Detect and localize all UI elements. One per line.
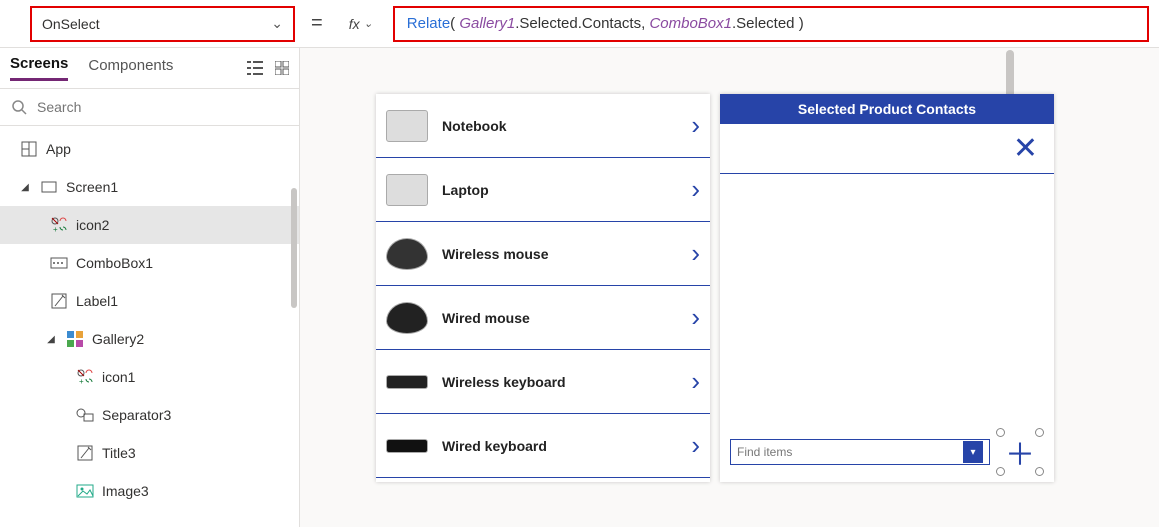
tree-search[interactable] <box>0 88 299 126</box>
tree-item-label: Image3 <box>102 483 149 499</box>
selection-handle[interactable] <box>996 467 1005 476</box>
canvas[interactable]: Notebook › Laptop › Wireless mouse › Wir… <box>300 48 1159 527</box>
control-icon: + <box>50 216 68 234</box>
tree-item-image3[interactable]: Image3 <box>0 472 299 510</box>
fx-label: fx <box>349 16 360 32</box>
right-panel-row: ✕ <box>720 124 1054 174</box>
right-panel-header: Selected Product Contacts <box>720 94 1054 124</box>
formula-bar: OnSelect ⌄ = fx ⌄ Relate( Gallery1.Selec… <box>0 0 1159 48</box>
chevron-down-icon: ⌄ <box>364 17 373 30</box>
gallery-title: Laptop <box>442 182 677 198</box>
equals-sign: = <box>305 12 329 35</box>
tree-item-label: ComboBox1 <box>76 255 153 271</box>
chevron-right-icon[interactable]: › <box>691 366 700 397</box>
tree-item-icon1[interactable]: + icon1 <box>0 358 299 396</box>
control-icon: + <box>76 368 94 386</box>
tree-item-icon2[interactable]: + icon2 <box>0 206 299 244</box>
expand-toggle-icon[interactable]: ◢ <box>18 182 32 193</box>
gallery-item[interactable]: Wireless keyboard › <box>376 350 710 414</box>
selection-handle[interactable] <box>1035 428 1044 437</box>
tree-item-label: Screen1 <box>66 179 118 195</box>
svg-text:+: + <box>53 225 58 233</box>
tree-panel: Screens Components App <box>0 48 300 527</box>
tree-body: App ◢ Screen1 + icon2 ComboBox1 <box>0 126 299 527</box>
close-icon[interactable]: ✕ <box>1013 131 1038 166</box>
tab-screens[interactable]: Screens <box>10 55 68 81</box>
gallery-thumb <box>386 110 428 142</box>
tree-item-screen1[interactable]: ◢ Screen1 <box>0 168 299 206</box>
combobox1-control[interactable]: Find items ▾ <box>730 439 990 465</box>
tree-item-label: icon1 <box>102 369 135 385</box>
chevron-right-icon[interactable]: › <box>691 110 700 141</box>
chevron-down-icon[interactable]: ▾ <box>963 441 983 463</box>
selection-handle[interactable] <box>996 428 1005 437</box>
formula-token-gallery1: Gallery1 <box>459 15 515 32</box>
chevron-right-icon[interactable]: › <box>691 174 700 205</box>
gallery2-control[interactable]: Notebook › Laptop › Wireless mouse › Wir… <box>376 94 710 482</box>
gallery-title: Wireless mouse <box>442 246 677 262</box>
tree-item-label: Label1 <box>76 293 118 309</box>
screen-icon <box>40 178 58 196</box>
tree-tabs: Screens Components <box>0 48 299 88</box>
tab-components[interactable]: Components <box>88 57 173 80</box>
tree-view-grid-icon[interactable] <box>275 61 289 75</box>
chevron-right-icon[interactable]: › <box>691 430 700 461</box>
selection-handle[interactable] <box>1035 467 1044 476</box>
svg-text:+: + <box>79 377 84 385</box>
gallery-thumb <box>386 302 428 334</box>
tree-item-title3[interactable]: Title3 <box>0 434 299 472</box>
tree-item-label1[interactable]: Label1 <box>0 282 299 320</box>
gallery-thumb <box>386 375 428 389</box>
tree-item-label: Separator3 <box>102 407 171 423</box>
gallery-title: Wireless keyboard <box>442 374 677 390</box>
label-icon <box>50 292 68 310</box>
gallery-thumb <box>386 439 428 453</box>
tree-scrollbar-thumb[interactable] <box>291 188 297 308</box>
tree-item-label: icon2 <box>76 217 109 233</box>
tree-item-gallery2[interactable]: ◢ Gallery2 <box>0 320 299 358</box>
formula-input[interactable]: Relate( Gallery1.Selected.Contacts, Comb… <box>393 6 1149 42</box>
expand-toggle-icon[interactable]: ◢ <box>44 334 58 345</box>
chevron-right-icon[interactable]: › <box>691 302 700 333</box>
property-selector[interactable]: OnSelect ⌄ <box>30 6 295 42</box>
gallery-item[interactable]: Laptop › <box>376 158 710 222</box>
tree-view-list-icon[interactable] <box>247 61 263 75</box>
combobox-placeholder: Find items <box>737 445 963 459</box>
separator-icon <box>76 406 94 424</box>
gallery-title: Wired mouse <box>442 310 677 326</box>
gallery-icon <box>66 330 84 348</box>
tree-item-separator3[interactable]: Separator3 <box>0 396 299 434</box>
chevron-down-icon: ⌄ <box>271 15 283 32</box>
icon2-control[interactable]: ＋ <box>1000 432 1040 472</box>
formula-token-combobox1: ComboBox1 <box>649 15 732 32</box>
gallery-item[interactable]: Notebook › <box>376 94 710 158</box>
property-selector-value: OnSelect <box>42 16 100 32</box>
combobox-icon <box>50 254 68 272</box>
label-icon <box>76 444 94 462</box>
gallery-item[interactable]: Wireless mouse › <box>376 222 710 286</box>
gallery-title: Notebook <box>442 118 677 134</box>
chevron-right-icon[interactable]: › <box>691 238 700 269</box>
gallery-thumb <box>386 174 428 206</box>
tree-item-combobox1[interactable]: ComboBox1 <box>0 244 299 282</box>
gallery-thumb <box>386 238 428 270</box>
plus-icon: ＋ <box>1005 430 1035 474</box>
fx-button[interactable]: fx ⌄ <box>339 6 383 42</box>
gallery-item[interactable]: Wired keyboard › <box>376 414 710 478</box>
search-icon <box>12 100 27 115</box>
tree-item-label: Gallery2 <box>92 331 144 347</box>
tree-search-input[interactable] <box>37 99 287 115</box>
gallery-title: Wired keyboard <box>442 438 677 454</box>
gallery-item[interactable]: Wired mouse › <box>376 286 710 350</box>
formula-token-fn: Relate <box>407 15 450 32</box>
tree-item-label: Title3 <box>102 445 136 461</box>
tree-item-label: App <box>46 141 71 157</box>
tree-item-app[interactable]: App <box>0 130 299 168</box>
app-icon <box>20 140 38 158</box>
image-icon <box>76 482 94 500</box>
right-panel: Selected Product Contacts ✕ Find items ▾… <box>720 94 1054 482</box>
